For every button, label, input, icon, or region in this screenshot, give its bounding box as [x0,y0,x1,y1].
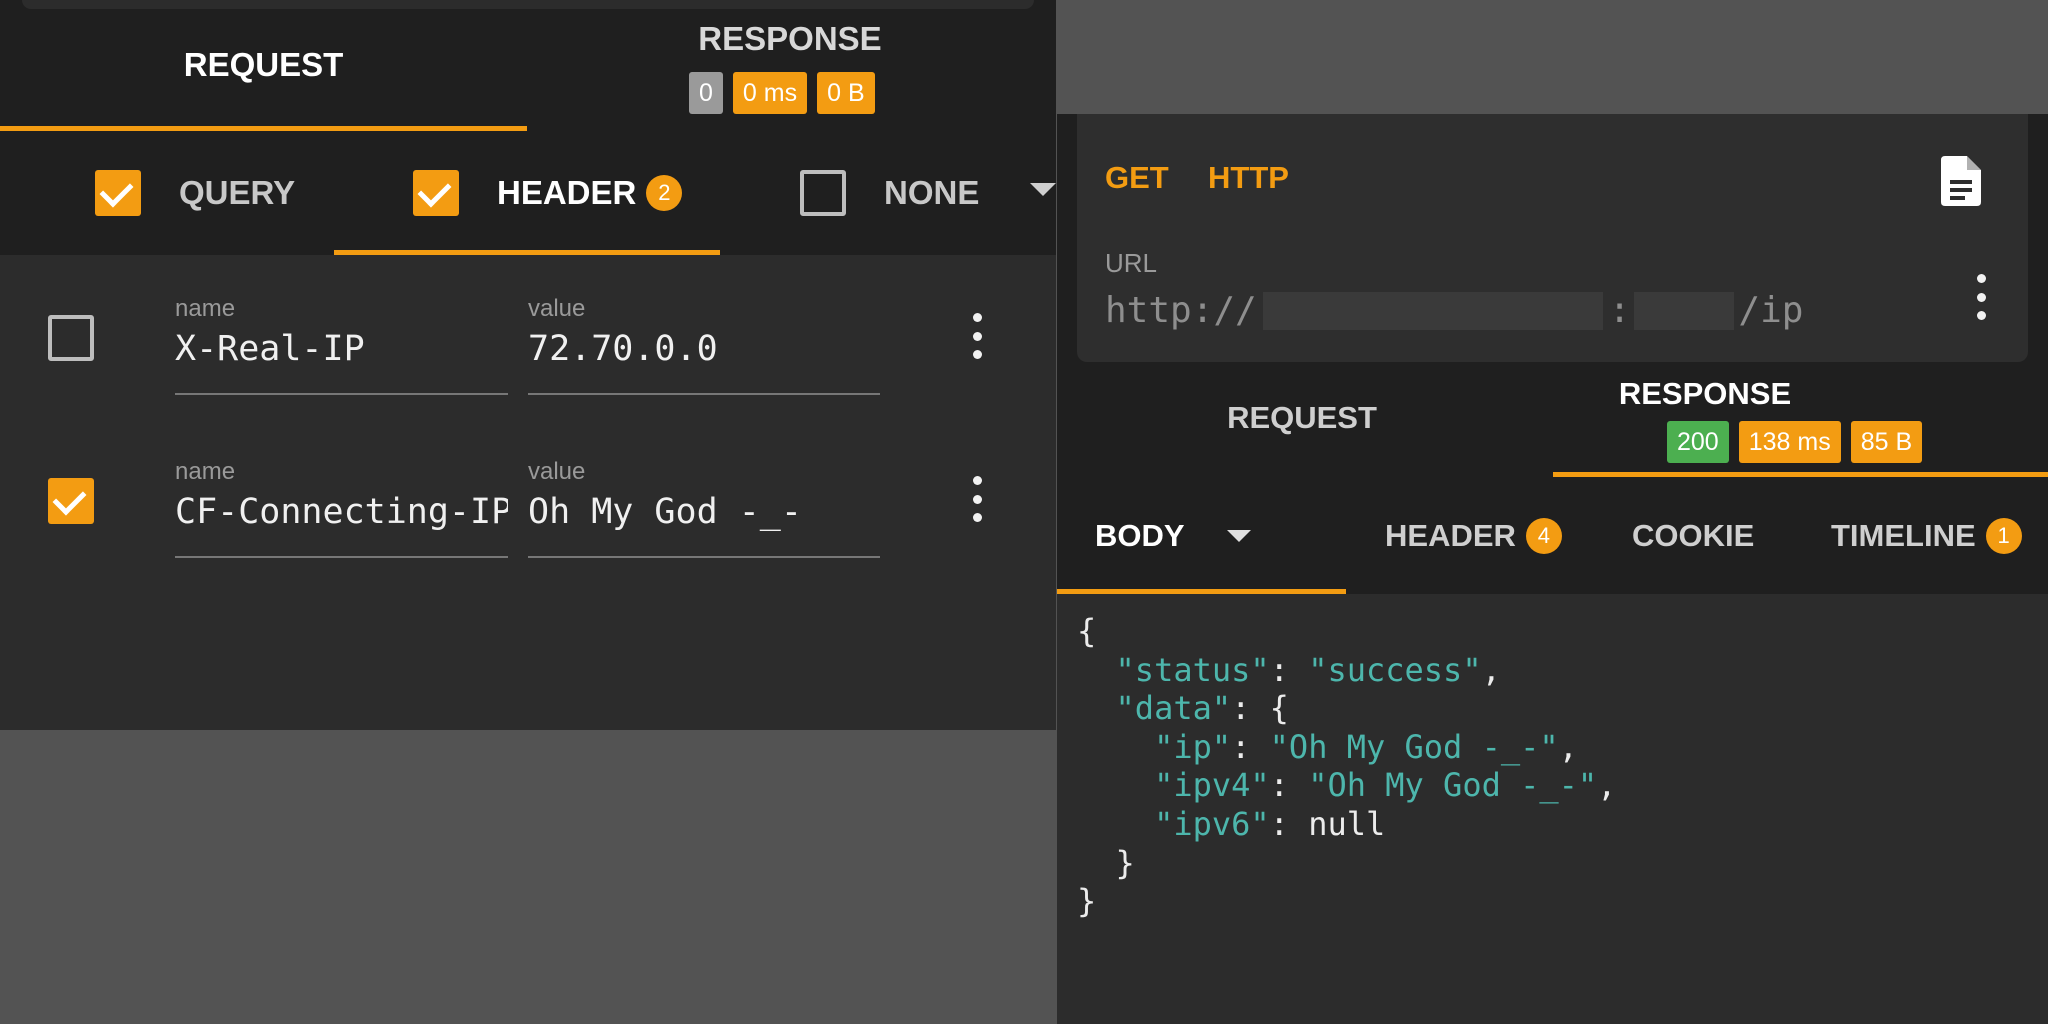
response-stats: 200 138 ms 85 B [1667,421,1923,463]
header-count-badge: 4 [1525,518,1562,554]
time-badge: 0 ms [732,72,808,114]
subtab-none-label: NONE [884,174,980,211]
document-icon[interactable] [1941,156,1981,206]
header-value-label: value [528,458,586,485]
request-summary-header: GET HTTP URL http:// : /ip REQUEST RESPO… [1057,114,2048,594]
subtab-header-label: HEADER [497,174,637,211]
url-scheme: http:// [1105,290,1257,331]
query-checkbox[interactable] [95,170,141,216]
json-brace: } [1077,882,1097,921]
json-string: "Oh My God -_-" [1269,727,1559,766]
subtab-query[interactable]: QUERY [95,131,295,255]
field-underline [175,556,508,558]
header-row: name CF-Connecting-IP value Oh My God -_… [0,418,1056,558]
url-port-separator: : [1608,290,1631,331]
tab-body-label: BODY [1095,518,1185,553]
header-row: name X-Real-IP value 72.70.0.0 [0,255,1056,395]
subtab-header[interactable]: HEADER 2 [413,131,683,255]
time-badge: 138 ms [1738,421,1841,463]
tab-response-indicator [1553,472,2048,477]
json-key: "status" [1115,650,1270,689]
url-card: GET HTTP URL http:// : /ip [1077,114,2028,362]
field-underline [175,393,508,395]
tab-cookie[interactable]: COOKIE [1632,518,1754,554]
header-name-label: name [175,458,236,485]
tab-request[interactable]: REQUEST [1057,400,1547,436]
redacted-port [1634,291,1735,330]
header-name-label: name [175,295,236,322]
tab-timeline[interactable]: TIMELINE 1 [1831,518,2022,554]
header-name-value[interactable]: X-Real-IP [175,329,508,369]
header-checkbox[interactable] [413,170,459,216]
redacted-host [1262,291,1603,330]
status-badge: 0 [689,72,723,114]
url-card-edge [22,0,1034,9]
header-value-value[interactable]: Oh My God -_- [528,492,880,532]
subtab-query-label: QUERY [179,174,296,211]
json-string: "success" [1308,650,1482,689]
status-area [1057,0,2048,114]
size-badge: 0 B [817,72,875,114]
size-badge: 85 B [1850,421,1923,463]
subtab-none[interactable]: NONE [800,131,979,255]
url-label: URL [1105,248,1158,278]
request-editor-panel: REQUEST RESPONSE 0 0 ms 0 B QUERY HEADER… [0,0,1056,730]
protocol-label[interactable]: HTTP [1208,160,1289,196]
response-stats: 0 0 ms 0 B [689,72,875,114]
http-method[interactable]: GET [1105,160,1169,196]
tab-response-header[interactable]: HEADER 4 [1385,518,1562,554]
header-value-label: value [528,295,586,322]
json-key: "ipv4" [1154,766,1270,805]
header-enable-checkbox[interactable] [48,478,94,524]
more-vert-icon[interactable] [972,313,982,359]
header-name-field[interactable]: name X-Real-IP [175,295,508,395]
none-checkbox[interactable] [800,170,846,216]
field-underline [528,556,880,558]
timeline-count-badge: 1 [1985,518,2022,554]
tab-timeline-label: TIMELINE [1831,518,1976,553]
tab-request[interactable]: REQUEST [0,46,527,84]
status-badge: 200 [1667,421,1729,463]
url-value[interactable]: http:// : /ip [1105,290,1803,331]
header-name-field[interactable]: name CF-Connecting-IP [175,458,508,558]
header-name-value[interactable]: CF-Connecting-IP [175,492,508,532]
json-brace: { [1077,612,1097,650]
json-brace: { [1269,689,1289,728]
header-enable-checkbox[interactable] [48,315,94,361]
tab-cookie-label: COOKIE [1632,518,1755,553]
header-count-badge: 2 [646,175,683,211]
tab-response[interactable]: RESPONSE [640,20,940,58]
chevron-down-icon[interactable] [1030,183,1056,196]
url-path: /ip [1738,290,1804,331]
response-viewer-panel: GET HTTP URL http:// : /ip REQUEST RESPO… [1057,0,2048,1024]
json-brace: } [1115,843,1135,882]
json-key: "ipv6" [1154,804,1270,843]
json-null: null [1308,804,1386,843]
json-key: "data" [1115,689,1232,728]
tab-response[interactable]: RESPONSE [1555,376,1855,412]
tab-body-indicator [1057,589,1346,594]
json-key: "ip" [1154,727,1232,766]
header-value-value[interactable]: 72.70.0.0 [528,329,880,369]
request-subtab-bar: QUERY HEADER 2 NONE [0,131,1056,255]
chevron-down-icon[interactable] [1226,530,1251,542]
header-value-field[interactable]: value Oh My God -_- [528,458,880,558]
json-string: "Oh My God -_-" [1308,766,1598,805]
more-vert-icon[interactable] [972,476,982,522]
response-body-json: { "status": "success", "data": { "ip": "… [1077,612,1617,921]
header-value-field[interactable]: value 72.70.0.0 [528,295,880,395]
tab-body[interactable]: BODY [1095,518,1251,554]
main-tab-bar: REQUEST RESPONSE 0 0 ms 0 B [0,0,1056,131]
more-vert-icon[interactable] [1976,274,1986,320]
field-underline [528,393,880,395]
tab-header-label: HEADER [1385,518,1516,553]
